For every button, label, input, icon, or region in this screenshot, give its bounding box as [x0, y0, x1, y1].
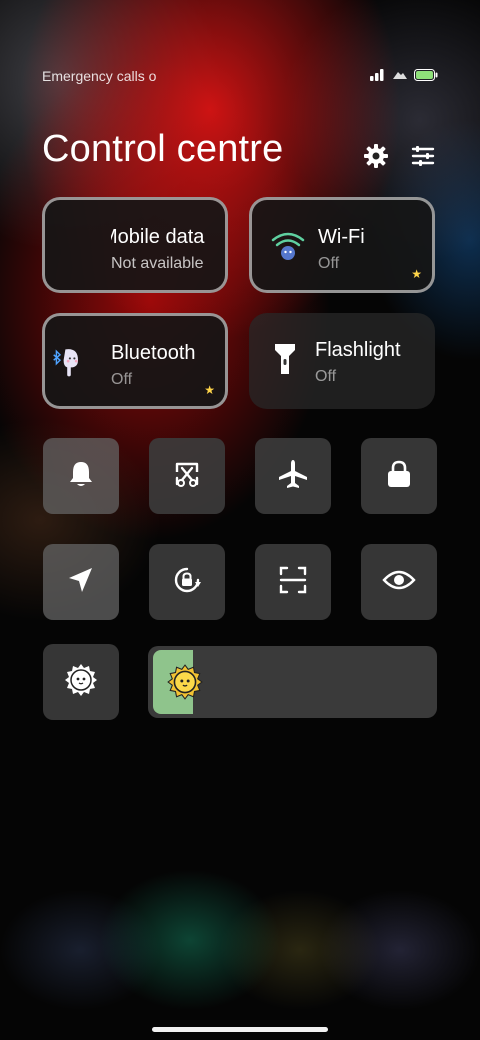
- toggle-scan-button[interactable]: [255, 544, 331, 620]
- tile-status: Off: [315, 368, 337, 385]
- toggle-rotation-lock-button[interactable]: [149, 544, 225, 620]
- tile-bluetooth[interactable]: Bluetooth Off ★: [42, 313, 228, 409]
- favorite-star-icon: ★: [411, 267, 422, 281]
- tile-status: Not available: [111, 255, 204, 272]
- location-icon: [66, 565, 96, 600]
- lock-icon: [385, 459, 413, 494]
- favorite-star-icon: ★: [204, 383, 215, 397]
- toggle-location-button[interactable]: [43, 544, 119, 620]
- flashlight-icon: [267, 341, 303, 377]
- tile-mobile-data[interactable]: Mobile data Not available: [42, 197, 228, 293]
- airplane-icon: [277, 458, 309, 495]
- settings-button[interactable]: [362, 143, 390, 174]
- tile-wifi[interactable]: Wi-Fi Off ★: [249, 197, 435, 293]
- brightness-sun-icon: [166, 663, 204, 701]
- toggle-lock-button[interactable]: [361, 438, 437, 514]
- home-indicator[interactable]: [152, 1027, 328, 1032]
- tile-label: Bluetooth: [111, 342, 196, 364]
- edit-tiles-icon: [410, 143, 436, 174]
- settings-icon: [363, 143, 389, 174]
- tile-status: Off: [318, 255, 340, 272]
- battery-icon: [414, 68, 438, 86]
- tile-label: Wi-Fi: [318, 226, 365, 248]
- toggle-sound-button[interactable]: [43, 438, 119, 514]
- screenshot-icon: [172, 459, 202, 494]
- auto-brightness-button[interactable]: [43, 644, 119, 720]
- page-title: Control centre: [42, 128, 284, 170]
- rotation-lock-icon: [170, 563, 204, 602]
- bluetooth-icon: [51, 344, 87, 380]
- status-icons: [370, 68, 438, 86]
- edit-tiles-button[interactable]: [409, 144, 437, 172]
- wifi-icon: [270, 228, 306, 264]
- tile-flashlight[interactable]: Flashlight Off: [249, 313, 435, 409]
- toggle-airplane-button[interactable]: [255, 438, 331, 514]
- eye-icon: [382, 568, 416, 597]
- toggle-screenshot-button[interactable]: [149, 438, 225, 514]
- status-bar: Emergency calls o: [42, 68, 438, 86]
- brightness-slider[interactable]: [148, 646, 437, 718]
- signal-icon: [370, 68, 386, 86]
- auto-brightness-icon: [63, 662, 99, 703]
- tile-status: Off: [111, 371, 133, 388]
- toggle-reading-mode-button[interactable]: [361, 544, 437, 620]
- scan-icon: [278, 565, 308, 600]
- carrier-text: Emergency calls o: [42, 68, 157, 84]
- bell-icon: [66, 459, 96, 494]
- tile-label: Mobile data: [111, 226, 205, 248]
- tile-mobile-data-text: Mobile data Not available: [111, 224, 211, 274]
- tile-label: Flashlight: [315, 339, 401, 361]
- cloud-icon: [392, 68, 408, 86]
